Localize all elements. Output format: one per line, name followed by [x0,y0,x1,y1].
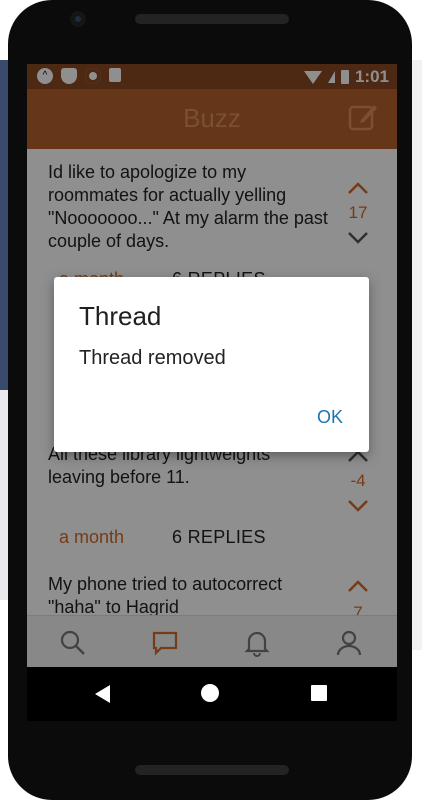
alert-dialog: Thread Thread removed OK [54,277,369,452]
top-speaker [135,14,289,24]
dialog-message: Thread removed [79,347,226,369]
front-camera [70,11,86,27]
ok-button[interactable]: OK [309,401,351,434]
home-icon[interactable] [201,684,219,702]
dialog-title: Thread [79,301,162,331]
bottom-speaker [135,765,289,775]
system-navigation-bar [27,667,397,721]
back-icon[interactable] [95,685,110,703]
app-screen: ^ 1:01 Buzz Id like to apologize to my r… [27,64,397,667]
recents-icon[interactable] [311,685,327,701]
